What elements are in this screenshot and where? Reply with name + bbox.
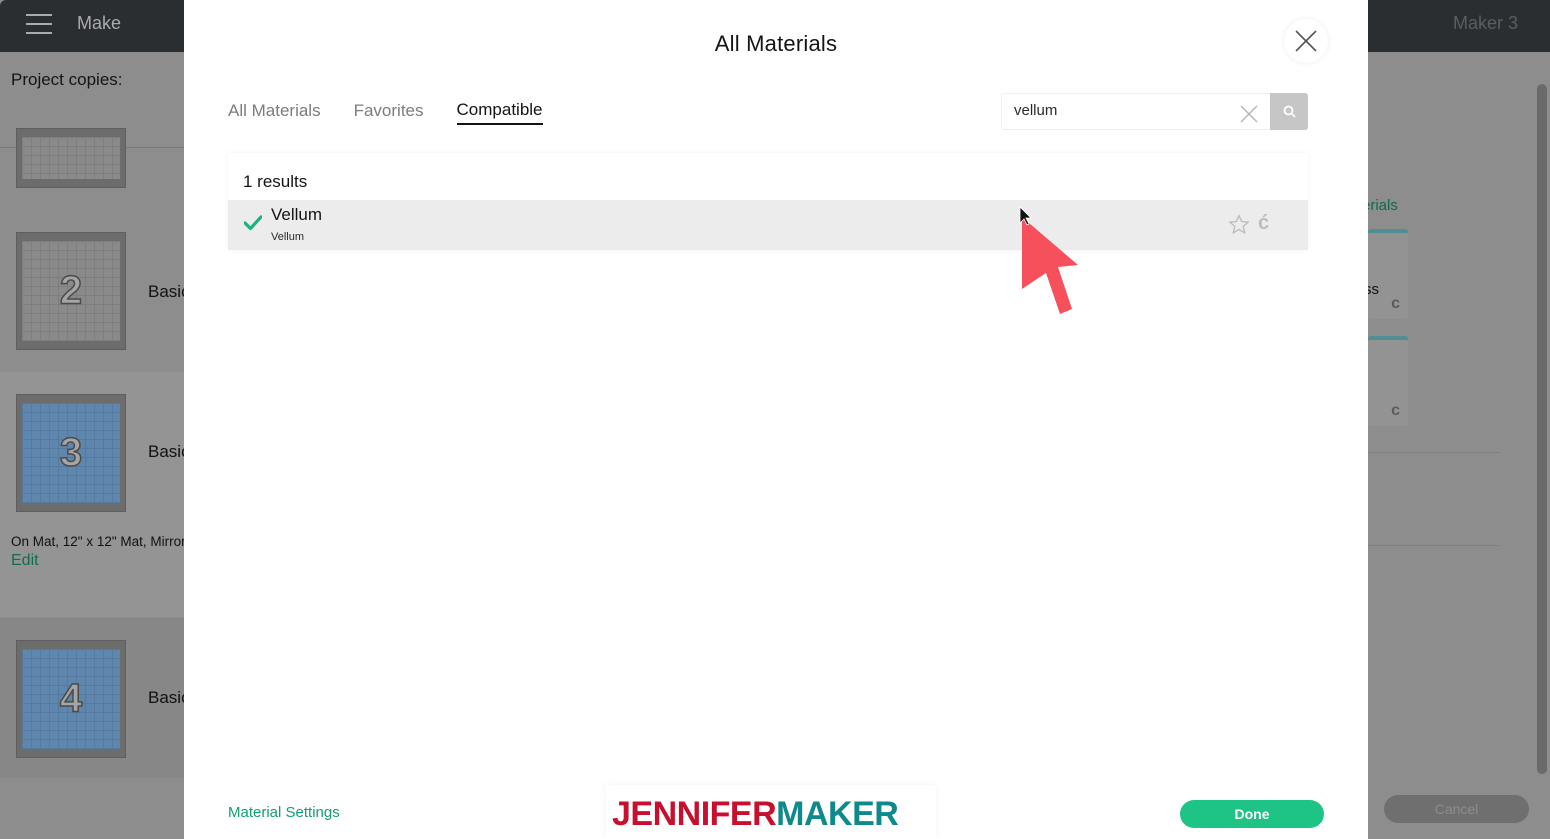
cricut-icon: c bbox=[1391, 295, 1400, 312]
divider bbox=[1368, 452, 1500, 453]
project-copies-label: Project copies: bbox=[11, 70, 123, 89]
clear-search-icon[interactable] bbox=[1240, 105, 1258, 123]
app-title: Make bbox=[77, 13, 122, 33]
results-count: 1 results bbox=[243, 172, 308, 191]
search-box bbox=[1001, 93, 1308, 130]
mat-label: Basic bbox=[148, 442, 184, 461]
results-panel: 1 results Vellum Vellum ć bbox=[228, 153, 1308, 250]
tab-favorites[interactable]: Favorites bbox=[354, 100, 424, 125]
modal-title: All Materials bbox=[714, 31, 838, 56]
search-icon bbox=[1283, 105, 1296, 118]
mat-number: 4 bbox=[59, 676, 83, 722]
mat-row-3[interactable]: 3 Basic bbox=[0, 372, 184, 617]
mat-row-1[interactable] bbox=[0, 128, 184, 208]
cricut-material-icon: ć bbox=[1258, 212, 1270, 234]
check-icon bbox=[244, 215, 262, 231]
mat-row-4[interactable]: 4 Basic bbox=[0, 618, 184, 778]
all-materials-modal: All Materials All Materials Favorites Co… bbox=[184, 0, 1368, 839]
tab-compatible[interactable]: Compatible bbox=[456, 100, 543, 125]
modal-footer: Material Settings JENNIFERMAKER Done bbox=[184, 780, 1368, 839]
mat-thumbnail bbox=[16, 128, 126, 188]
mat-number: 3 bbox=[59, 430, 83, 476]
result-row-vellum[interactable]: Vellum Vellum ć bbox=[228, 200, 1308, 250]
search-input[interactable] bbox=[1014, 102, 1224, 119]
mat-settings-info: On Mat, 12" x 12" Mat, Mirror bbox=[11, 534, 184, 549]
cancel-button[interactable]: Cancel bbox=[1384, 795, 1529, 823]
jennifermaker-logo: JENNIFERMAKER bbox=[612, 795, 899, 833]
close-icon bbox=[1295, 30, 1317, 52]
favorite-star-icon[interactable] bbox=[1228, 214, 1250, 235]
material-tabs: All Materials Favorites Compatible bbox=[228, 100, 543, 125]
divider bbox=[1368, 545, 1500, 546]
mat-label: Basic bbox=[148, 282, 184, 301]
machine-name[interactable]: Maker 3 bbox=[1453, 13, 1518, 34]
mat-edit-link[interactable]: Edit bbox=[11, 552, 39, 570]
material-settings-link[interactable]: Material Settings bbox=[228, 804, 340, 821]
mat-thumbnail: 2 bbox=[16, 232, 126, 350]
close-button[interactable] bbox=[1284, 19, 1328, 63]
material-panel: erials ss c c bbox=[1362, 52, 1550, 839]
done-button[interactable]: Done bbox=[1180, 800, 1324, 828]
watermark-logo: JENNIFERMAKER bbox=[606, 785, 936, 839]
cricut-icon: c bbox=[1391, 402, 1400, 419]
mat-row-2[interactable]: 2 Basic bbox=[0, 212, 184, 372]
mat-label: Basic bbox=[148, 688, 184, 707]
material-card-2[interactable]: c bbox=[1368, 336, 1408, 426]
material-card-1[interactable]: ss c bbox=[1364, 229, 1408, 319]
material-name: Vellum bbox=[271, 205, 323, 224]
scrollbar[interactable] bbox=[1537, 84, 1547, 774]
material-subtitle: Vellum bbox=[271, 231, 305, 243]
mat-number: 2 bbox=[59, 268, 83, 314]
annotation-arrow-icon bbox=[1019, 206, 1078, 314]
mat-thumbnail: 4 bbox=[16, 640, 126, 758]
mat-list-panel: Project copies: 2 Basic 3 Basic On Mat, … bbox=[0, 52, 184, 839]
hamburger-menu-icon[interactable] bbox=[26, 14, 52, 34]
mat-thumbnail: 3 bbox=[16, 394, 126, 512]
tab-all-materials[interactable]: All Materials bbox=[228, 100, 321, 125]
search-button[interactable] bbox=[1270, 93, 1308, 130]
